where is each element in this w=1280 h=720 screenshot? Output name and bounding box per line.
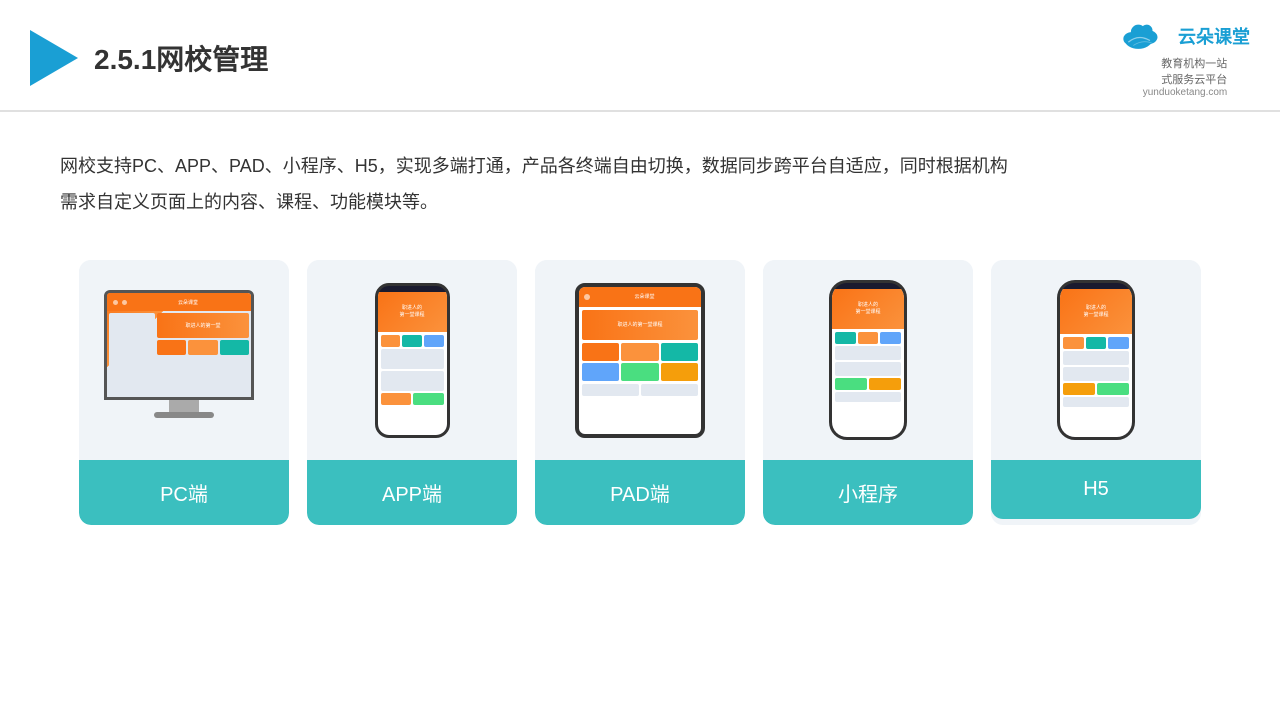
- card-app: 职进人的第一堂课程: [307, 260, 517, 525]
- cloud-icon: [1120, 18, 1170, 53]
- card-h5: 职进人的第一堂课程: [991, 260, 1201, 525]
- tablet-pad-icon: 云朵课堂 职进人的第一堂课程: [575, 283, 705, 438]
- card-pad-label: PAD端: [535, 460, 745, 525]
- card-app-image: 职进人的第一堂课程: [307, 260, 517, 460]
- pc-monitor-icon: 云朵课堂 职进人的第一堂: [104, 290, 264, 430]
- page-description: 网校支持PC、APP、PAD、小程序、H5，实现多端打通，产品各终端自由切换，数…: [0, 112, 1280, 240]
- card-pc-image: 云朵课堂 职进人的第一堂: [79, 260, 289, 460]
- page-header: 2.5.1网校管理 云朵课堂 教育机构一站 式服务云平台 yunduoketan…: [0, 0, 1280, 112]
- card-miniapp-image: 职进人的第一堂课程: [763, 260, 973, 460]
- phone-app-icon: 职进人的第一堂课程: [375, 283, 450, 438]
- brand-name: 云朵课堂: [1178, 23, 1250, 49]
- brand-tagline: 教育机构一站 式服务云平台 yunduoketang.com: [1143, 55, 1228, 98]
- card-h5-image: 职进人的第一堂课程: [991, 260, 1201, 460]
- card-miniapp: 职进人的第一堂课程: [763, 260, 973, 525]
- card-app-label: APP端: [307, 460, 517, 525]
- device-cards-container: 云朵课堂 职进人的第一堂: [0, 240, 1280, 525]
- card-miniapp-label: 小程序: [763, 460, 973, 525]
- card-pad-image: 云朵课堂 职进人的第一堂课程: [535, 260, 745, 460]
- phone-h5-icon: 职进人的第一堂课程: [1057, 280, 1135, 440]
- page-title: 2.5.1网校管理: [94, 38, 268, 78]
- phone-miniapp-icon: 职进人的第一堂课程: [829, 280, 907, 440]
- card-pad: 云朵课堂 职进人的第一堂课程: [535, 260, 745, 525]
- brand-url: yunduoketang.com: [1143, 87, 1228, 98]
- header-left: 2.5.1网校管理: [30, 30, 268, 86]
- brand-logo: 云朵课堂: [1120, 18, 1250, 53]
- card-h5-label: H5: [991, 460, 1201, 519]
- logo-triangle-icon: [30, 30, 78, 86]
- header-right: 云朵课堂 教育机构一站 式服务云平台 yunduoketang.com: [1120, 18, 1250, 98]
- card-pc: 云朵课堂 职进人的第一堂: [79, 260, 289, 525]
- card-pc-label: PC端: [79, 460, 289, 525]
